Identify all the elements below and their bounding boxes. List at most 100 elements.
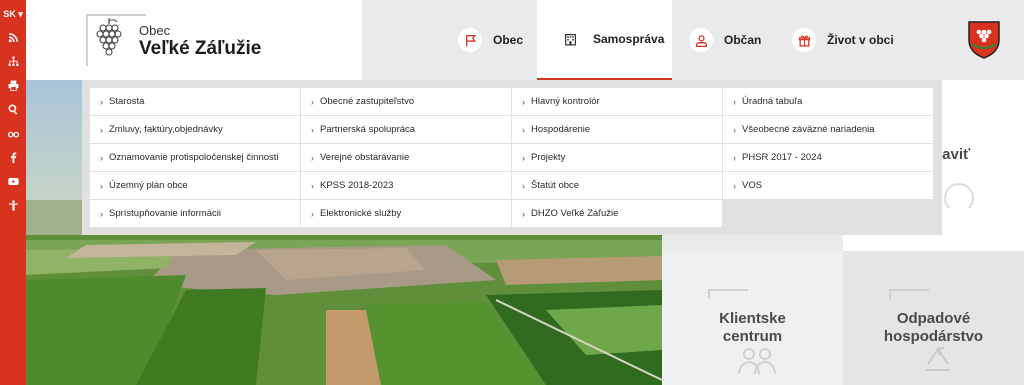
- nav-item-samosprava[interactable]: Samospráva: [537, 0, 672, 80]
- menu-item-label: Územný plán obce: [109, 180, 188, 191]
- nav-label: Občan: [724, 33, 762, 47]
- menu-item-zmluvy[interactable]: › Zmluvy, faktúry,objednávky: [90, 116, 300, 143]
- facebook-icon[interactable]: [0, 146, 26, 170]
- site-logo[interactable]: Obec Veľké Záľužie: [26, 0, 362, 80]
- menu-item-label: VOS: [742, 180, 763, 191]
- chevron-right-icon: ›: [311, 152, 314, 163]
- chevron-right-icon: ›: [100, 152, 103, 163]
- nav-label: Obec: [493, 33, 524, 47]
- menu-item-label: Verejné obstarávanie: [320, 152, 410, 163]
- chevron-right-icon: ›: [311, 124, 314, 135]
- menu-item-label: Sprístupňovanie informácii: [109, 208, 221, 219]
- building-icon: [558, 27, 582, 51]
- menu-item-uradna-tabula[interactable]: › Úradná tabuľa: [723, 88, 933, 115]
- nav-item-obec[interactable]: Obec: [458, 0, 523, 80]
- chevron-right-icon: ›: [100, 96, 103, 107]
- menu-item-dhzo[interactable]: › DHZO Veľké Záľužie: [512, 200, 722, 227]
- menu-item-hlavny-kontrolor[interactable]: › Hlavný kontrolór: [512, 88, 722, 115]
- rss-icon[interactable]: [0, 26, 26, 50]
- menu-item-projekty[interactable]: › Projekty: [512, 144, 722, 171]
- language-switch[interactable]: SK ▾: [0, 0, 26, 26]
- menu-item-uzemny-plan[interactable]: › Územný plán obce: [90, 172, 300, 199]
- tile-bracket: [708, 289, 748, 299]
- menu-item-statut-obce[interactable]: › Štatút obce: [512, 172, 722, 199]
- menu-item-partnerska-spolupraca[interactable]: › Partnerská spolupráca: [301, 116, 511, 143]
- menu-item-spristupnovanie[interactable]: › Sprístupňovanie informácii: [90, 200, 300, 227]
- logo-prefix: Obec: [139, 23, 171, 38]
- youtube-icon[interactable]: [0, 170, 26, 194]
- search-icon[interactable]: [0, 98, 26, 122]
- glasses-icon[interactable]: [0, 122, 26, 146]
- menu-item-label: Všeobecné záväzné nariadenia: [742, 124, 875, 135]
- people-icon: [738, 348, 776, 375]
- menu-item-label: Partnerská spolupráca: [320, 124, 416, 135]
- menu-item-label: Obecné zastupiteľstvo: [320, 96, 415, 107]
- menu-item-vzn[interactable]: › Všeobecné záväzné nariadenia: [723, 116, 933, 143]
- chevron-right-icon: ›: [100, 124, 103, 135]
- tile-odpad-line1: Odpadové: [896, 310, 971, 327]
- chevron-right-icon: ›: [311, 96, 314, 107]
- tile-klientske-line2: centrum: [722, 328, 783, 345]
- menu-item-starosta[interactable]: › Starosta: [90, 88, 300, 115]
- menu-item-label: Projekty: [531, 152, 566, 163]
- flag-icon: [458, 28, 482, 52]
- chevron-right-icon: ›: [733, 180, 736, 191]
- menu-item-label: Zmluvy, faktúry,objednávky: [109, 124, 223, 135]
- menu-item-label: Hospodárenie: [531, 124, 591, 135]
- tile-odpad-line2: hospodárstvo: [883, 328, 984, 345]
- recycle-icon: [926, 347, 950, 371]
- menu-empty-cell: [723, 200, 933, 227]
- menu-item-label: KPSS 2018-2023: [320, 180, 394, 191]
- chevron-right-icon: ›: [522, 124, 525, 135]
- menu-item-label: PHSR 2017 - 2024: [742, 152, 822, 163]
- menu-item-verejne-obstaravanie[interactable]: › Verejné obstarávanie: [301, 144, 511, 171]
- chevron-right-icon: ›: [522, 180, 525, 191]
- chevron-right-icon: ›: [733, 96, 736, 107]
- menu-item-vos[interactable]: › VOS: [723, 172, 933, 199]
- nav-label: Život v obci: [827, 33, 894, 47]
- menu-item-hospodarenie[interactable]: › Hospodárenie: [512, 116, 722, 143]
- language-label: SK: [3, 9, 16, 19]
- menu-item-label: Úradná tabuľa: [742, 96, 803, 107]
- tile-bracket: [889, 289, 929, 299]
- chevron-right-icon: ›: [311, 208, 314, 219]
- gift-icon: [792, 28, 816, 52]
- left-toolbar: SK ▾: [0, 0, 26, 385]
- menu-item-obecne-zastupitelstvo[interactable]: › Obecné zastupiteľstvo: [301, 88, 511, 115]
- print-icon[interactable]: [0, 74, 26, 98]
- accessibility-icon[interactable]: [0, 194, 26, 218]
- chevron-right-icon: ›: [733, 124, 736, 135]
- nav-item-zivot[interactable]: Život v obci: [792, 0, 894, 80]
- logo-title: Veľké Záľužie: [139, 38, 262, 59]
- nav-item-obcan[interactable]: Občan: [689, 0, 761, 80]
- nav-label: Samospráva: [593, 32, 665, 46]
- menu-item-elektronicke-sluzby[interactable]: › Elektronické služby: [301, 200, 511, 227]
- menu-item-phsr[interactable]: › PHSR 2017 - 2024: [723, 144, 933, 171]
- grapes-icon: [96, 18, 122, 56]
- coat-of-arms-icon: [968, 21, 1000, 59]
- menu-item-label: Štatút obce: [531, 180, 580, 191]
- samosprava-dropdown-menu: › Starosta › Obecné zastupiteľstvo › Hlavný…: [82, 80, 942, 235]
- menu-item-oznamovanie[interactable]: › Oznamovanie protispoločenskej činnosti: [90, 144, 300, 171]
- tile-klientske-centrum[interactable]: Klientske centrum: [662, 251, 843, 385]
- chevron-right-icon: ›: [522, 96, 525, 107]
- chevron-right-icon: ›: [100, 180, 103, 191]
- sitemap-icon[interactable]: [0, 50, 26, 74]
- menu-item-label: Hlavný kontrolór: [531, 96, 600, 107]
- menu-item-kpss[interactable]: › KPSS 2018-2023: [301, 172, 511, 199]
- coat-of-arms[interactable]: [944, 0, 1024, 80]
- chevron-right-icon: ›: [733, 152, 736, 163]
- menu-item-label: Elektronické služby: [320, 208, 402, 219]
- tile-klientske-line1: Klientske: [719, 310, 786, 327]
- chevron-right-icon: ›: [311, 180, 314, 191]
- menu-item-label: Starosta: [109, 96, 145, 107]
- menu-item-label: Oznamovanie protispoločenskej činnosti: [109, 152, 279, 163]
- tile-bavit-icon: [944, 183, 974, 208]
- person-icon: [689, 28, 713, 52]
- dropdown-grid: › Starosta › Obecné zastupiteľstvo › Hlavný…: [90, 88, 934, 227]
- chevron-right-icon: ›: [100, 208, 103, 219]
- tile-odpadove-hospodarstvo[interactable]: Odpadové hospodárstvo: [843, 251, 1024, 385]
- chevron-right-icon: ›: [522, 208, 525, 219]
- menu-item-label: DHZO Veľké Záľužie: [531, 208, 619, 219]
- chevron-right-icon: ›: [522, 152, 525, 163]
